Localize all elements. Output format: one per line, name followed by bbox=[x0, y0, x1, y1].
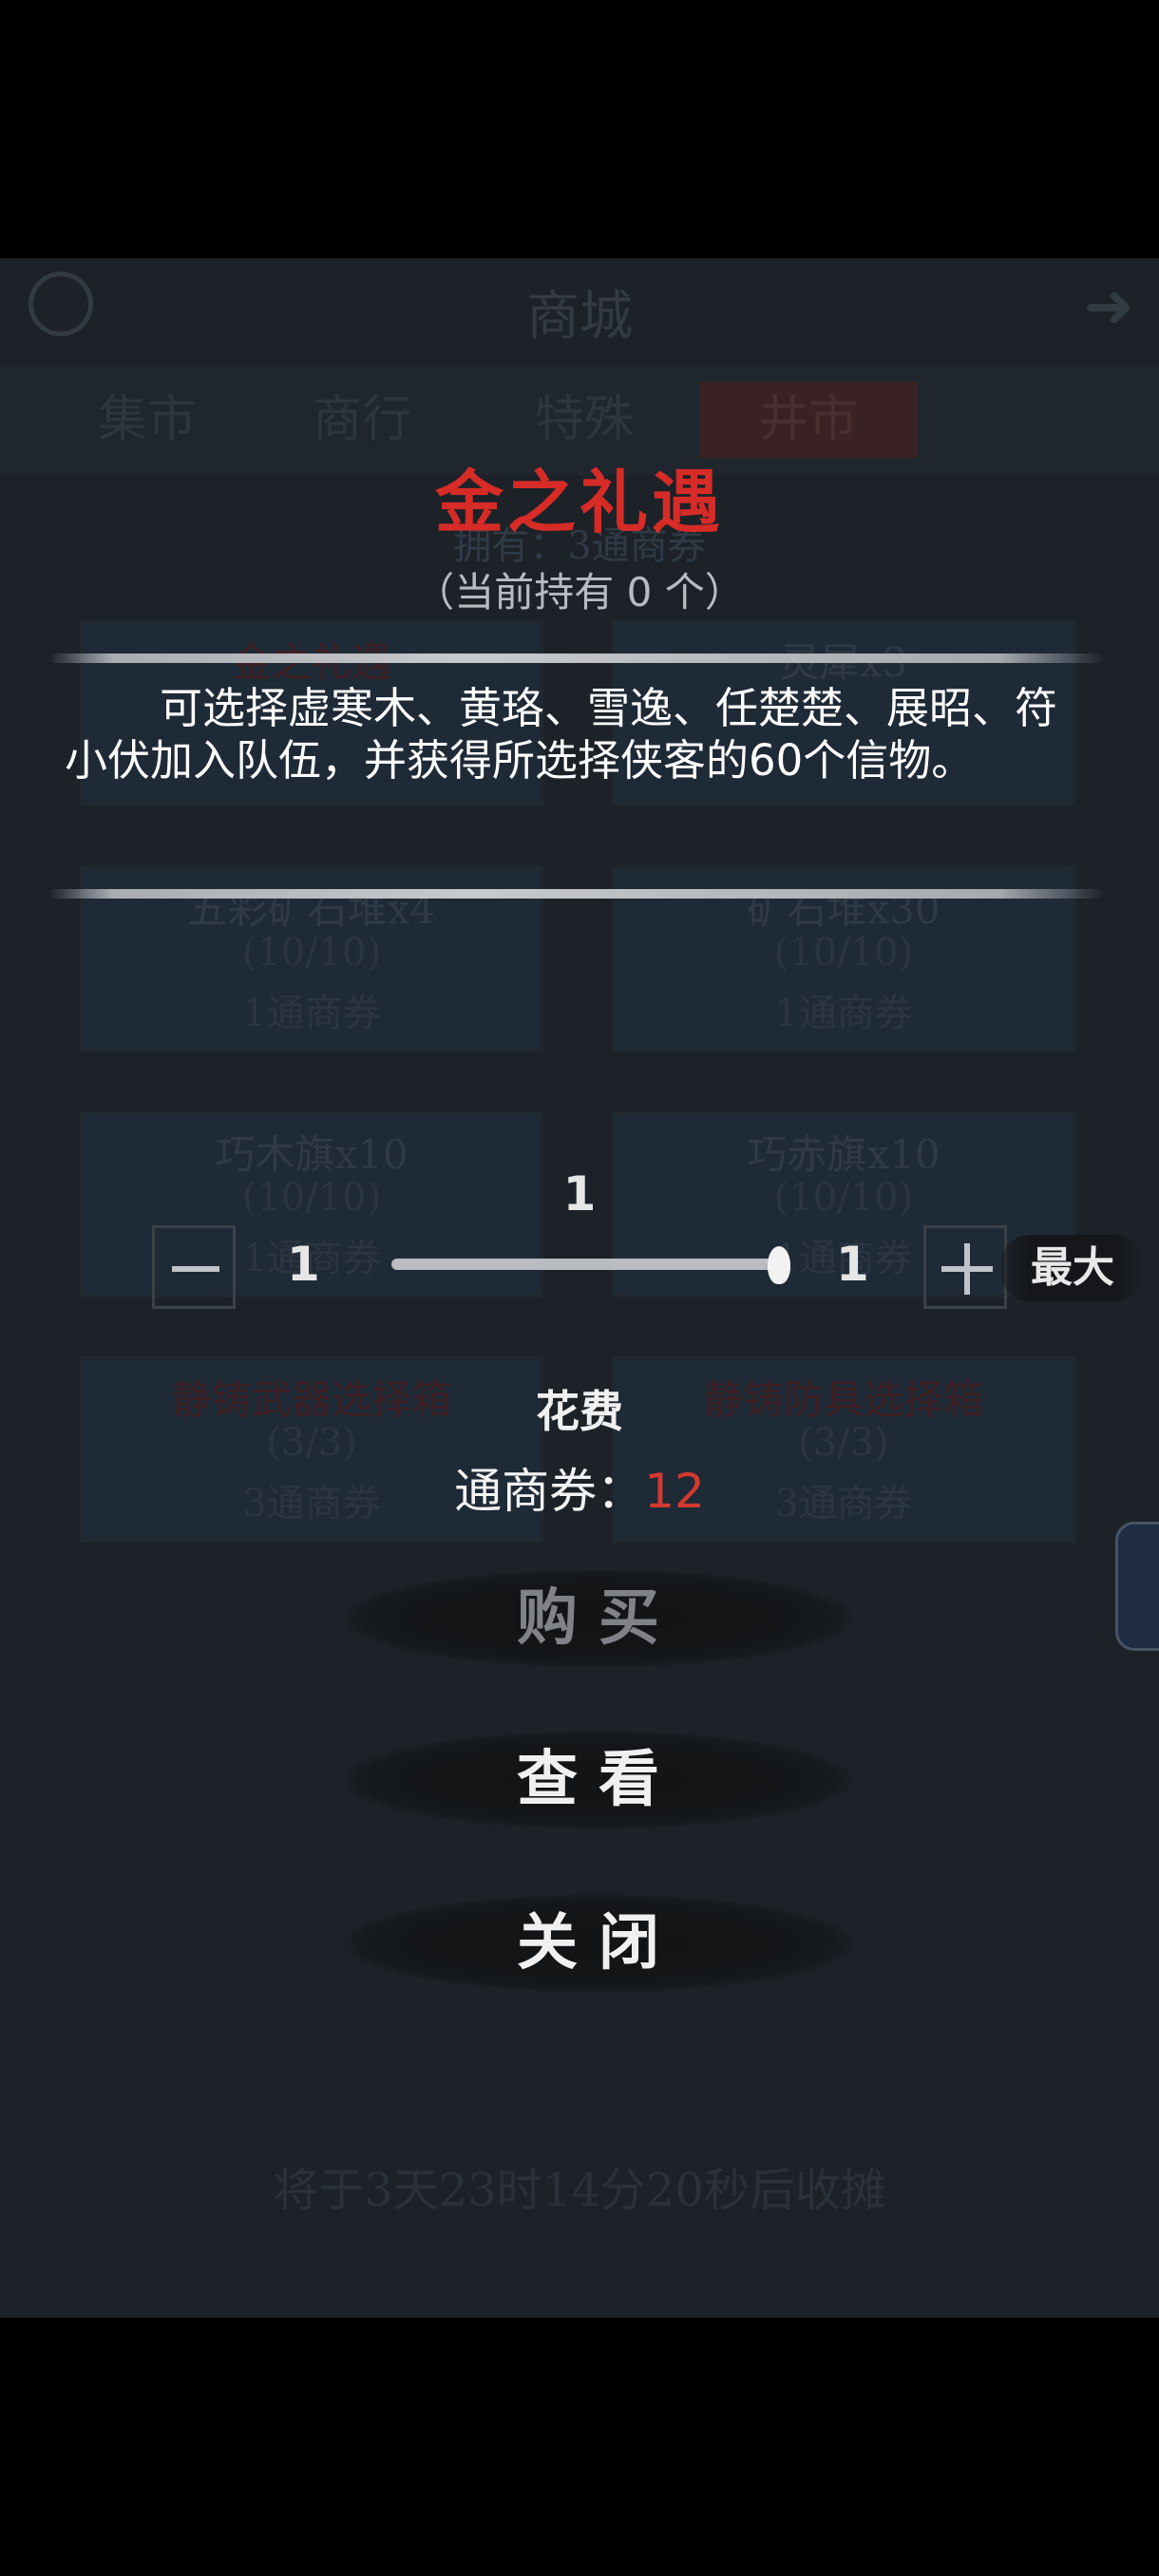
divider-bottom bbox=[49, 889, 1104, 899]
slider-handle[interactable] bbox=[768, 1246, 790, 1284]
quantity-slider[interactable] bbox=[391, 1259, 790, 1270]
shop-card-price: 1通商券 bbox=[774, 992, 913, 1035]
quantity-max: 1 bbox=[836, 1237, 869, 1292]
cost-line: 通商券：12 bbox=[0, 1453, 1159, 1522]
shop-header-title: 商城 bbox=[526, 286, 633, 348]
buy-button[interactable]: 购买 bbox=[342, 1569, 855, 1668]
quantity-min: 1 bbox=[287, 1237, 320, 1292]
dialog-title: 金之礼遇 bbox=[434, 462, 724, 542]
increase-button[interactable] bbox=[923, 1225, 1007, 1309]
game-screen: 商城 ➜ 集市 商行 特殊 井市 拥有：3通商券 金之礼遇 灵犀x3 五彩矿石堆… bbox=[0, 258, 1159, 2318]
shop-close-timer: 将于3天23时14分20秒后收摊 bbox=[273, 2164, 886, 2217]
shop-card-title: 五彩矿石堆x4 bbox=[187, 886, 436, 933]
held-count: （当前持有 0 个） bbox=[414, 569, 745, 616]
divider-top bbox=[49, 653, 1104, 663]
back-arrow-icon: ➜ bbox=[1083, 272, 1134, 342]
minus-icon bbox=[172, 1266, 219, 1272]
item-description: 可选择虚寒木、黄珞、雪逸、任楚楚、展昭、符小伏加入队伍，并获得所选择侠客的60个… bbox=[65, 683, 1058, 786]
cost-label: 通商券： bbox=[454, 1464, 645, 1519]
decrease-button[interactable] bbox=[152, 1225, 236, 1309]
max-button[interactable]: 最大 bbox=[1001, 1235, 1144, 1301]
cost-title: 花费 bbox=[536, 1386, 623, 1437]
view-button[interactable]: 查看 bbox=[342, 1731, 855, 1829]
shop-card-count: (10/10) bbox=[773, 931, 914, 975]
quantity-current: 1 bbox=[562, 1166, 597, 1222]
shop-card-count: (10/10) bbox=[241, 931, 382, 975]
shop-card-title: 矿石堆x30 bbox=[747, 886, 940, 933]
side-drawer-tab bbox=[1115, 1522, 1159, 1651]
close-button[interactable]: 关闭 bbox=[342, 1894, 855, 1993]
cost-value: 12 bbox=[644, 1464, 705, 1519]
shop-card-price: 1通商券 bbox=[242, 992, 381, 1035]
